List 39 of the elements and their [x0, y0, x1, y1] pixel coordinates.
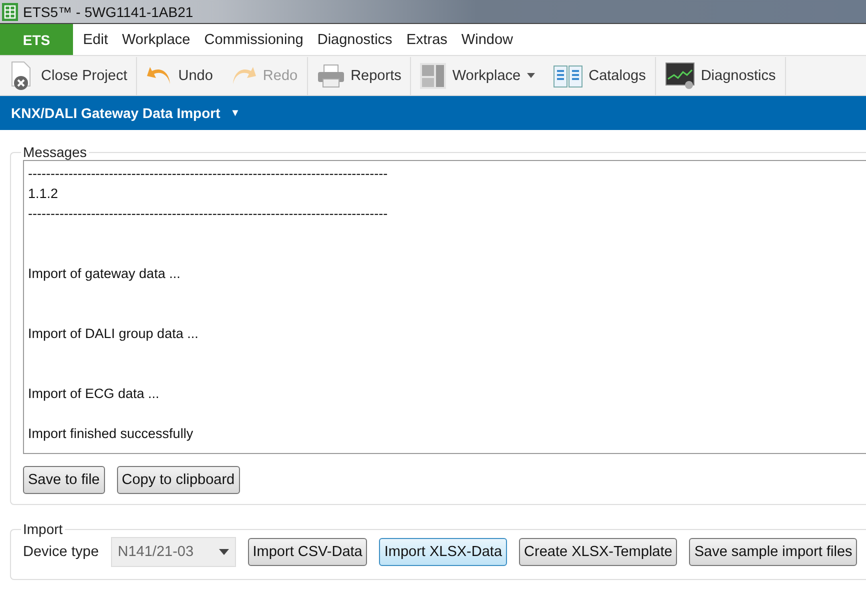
toolbar-button[interactable]: Close Project — [0, 56, 136, 94]
action-button[interactable]: Save to file — [23, 466, 105, 494]
import-button[interactable]: Save sample import files — [689, 538, 858, 566]
import-button[interactable]: Create XLSX-Template — [519, 538, 678, 566]
book-icon — [552, 62, 583, 88]
toolbar-button[interactable]: Reports — [308, 56, 410, 94]
group-legend: Messages — [21, 144, 89, 160]
monitor-chart-icon — [664, 62, 695, 90]
panel-title: KNX/DALI Gateway Data Import — [11, 105, 220, 121]
menu-item[interactable]: Window — [454, 24, 520, 55]
message-line: Import finished successfully — [28, 425, 194, 443]
menu-item[interactable]: Workplace — [115, 24, 198, 55]
toolbar-button[interactable]: Undo — [137, 56, 222, 94]
layout-icon — [420, 62, 446, 88]
app-icon — [2, 2, 18, 20]
field-label: Device type — [23, 544, 99, 560]
action-button[interactable]: Copy to clipboard — [116, 466, 240, 494]
caret-icon — [526, 73, 535, 78]
message-line: Import of DALI group data ... — [28, 325, 198, 343]
menu-item[interactable]: Commissioning — [197, 24, 310, 55]
message-line: -------------------------------------------------------------------------------- — [28, 165, 388, 183]
message-line: 1.1.2 — [28, 185, 58, 203]
toolbar-button[interactable]: Workplace — [411, 56, 544, 94]
dropdown-caret[interactable]: ▼ — [230, 108, 240, 118]
import-button[interactable]: Import CSV-Data — [248, 538, 368, 566]
import-button[interactable]: Import XLSX-Data — [379, 538, 508, 566]
group-legend: Import — [21, 521, 65, 537]
toolbar-button[interactable]: Catalogs — [544, 56, 655, 94]
message-line: Import of gateway data ... — [28, 265, 180, 283]
menu-item[interactable]: Edit — [76, 24, 115, 55]
menu-item[interactable]: Diagnostics — [310, 24, 400, 55]
message-line: -------------------------------------------------------------------------------- — [28, 205, 388, 223]
menu-item[interactable]: Extras — [399, 24, 454, 55]
printer-icon — [316, 64, 345, 88]
window-title: ETS5™ - 5WG1141-1AB21 — [23, 4, 194, 20]
caret-icon — [218, 549, 229, 555]
ets-menu-button[interactable]: ETS — [0, 24, 73, 55]
message-line: Import of ECG data ... — [28, 385, 160, 403]
toolbar-button[interactable]: Diagnostics — [656, 56, 785, 94]
